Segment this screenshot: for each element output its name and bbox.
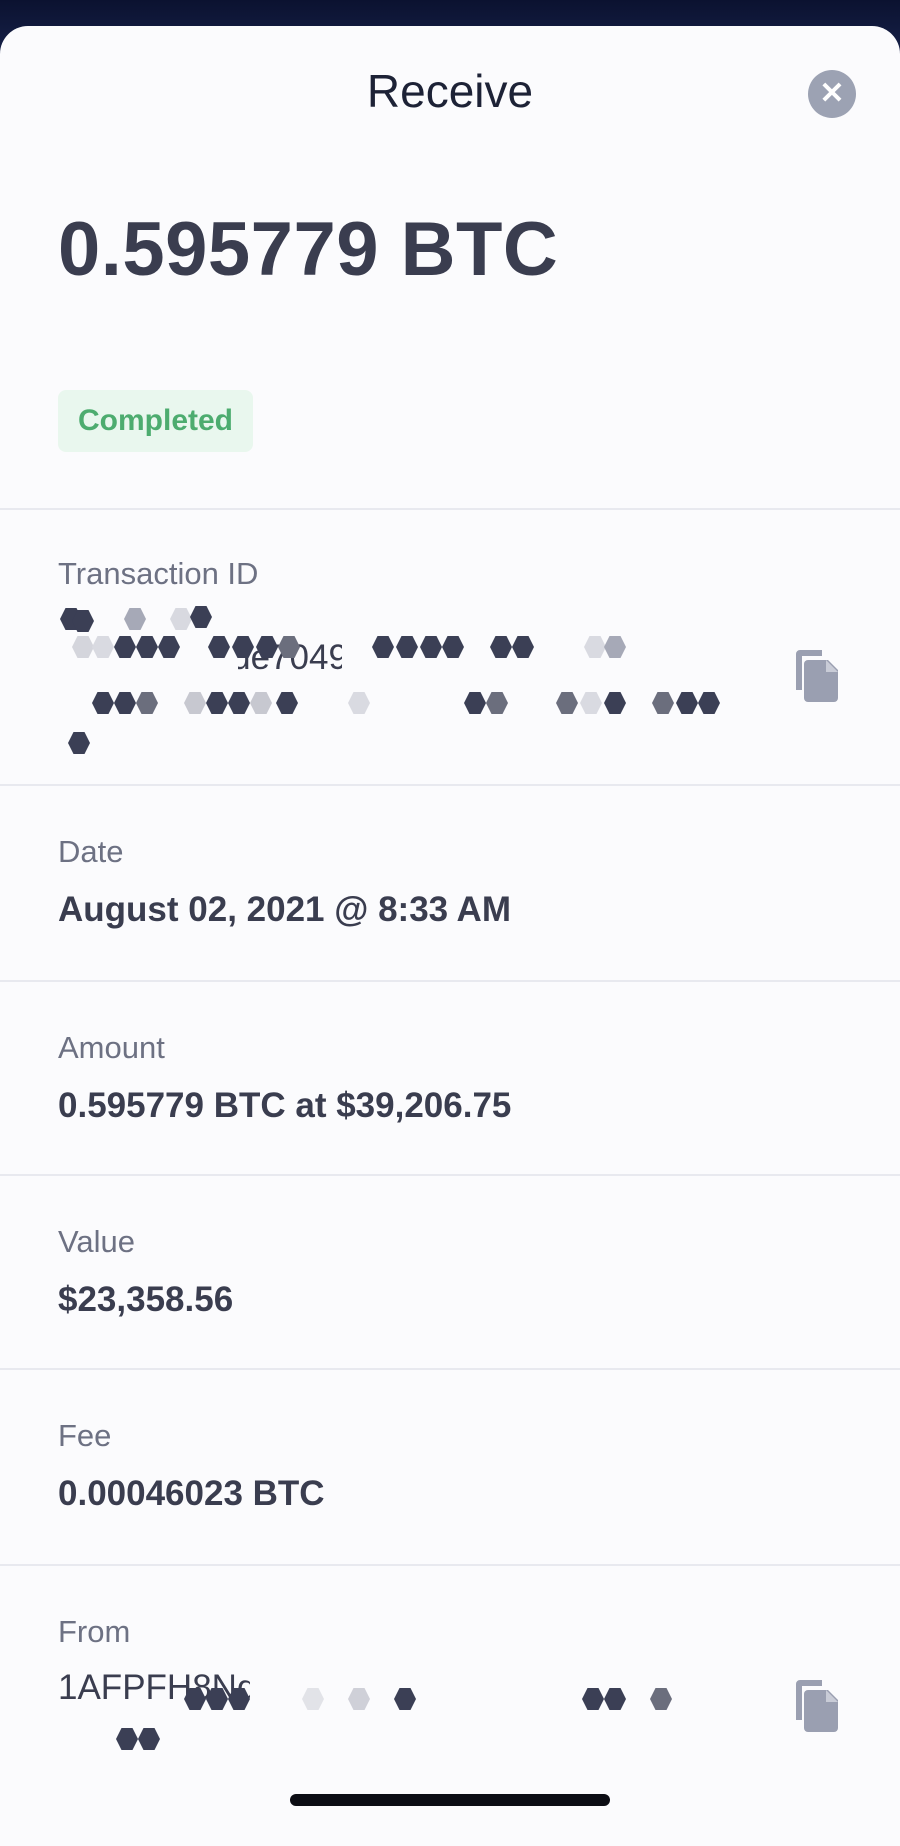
fee-value: 0.00046023 BTC [58,1474,325,1513]
transaction-id-label: Transaction ID [58,556,259,591]
page-title: Receive [366,65,534,117]
status-badge: Completed [58,390,254,452]
divider [0,784,900,786]
copy-transaction-id-button[interactable] [792,648,840,704]
from-label: From [58,1614,131,1649]
redaction-marker [116,1728,138,1750]
sheet-header: Receive ✕ [0,26,900,156]
amount-label: Amount [58,1030,165,1065]
copy-icon [792,1678,840,1734]
copy-icon [792,648,840,704]
value-value: $23,358.56 [58,1280,234,1319]
redaction-marker [138,1728,160,1750]
amount-value: 0.595779 BTC at $39,206.75 [58,1086,512,1125]
value-label: Value [58,1224,135,1259]
fee-label: Fee [58,1418,112,1453]
close-button[interactable]: ✕ [808,70,856,118]
transaction-amount-heading: 0.595779 BTC [58,207,559,292]
redaction-marker [124,608,146,630]
date-label: Date [58,834,124,869]
divider [0,1564,900,1566]
home-indicator [290,1794,610,1806]
redaction-marker [170,608,192,630]
date-value: August 02, 2021 @ 8:33 AM [58,890,511,929]
copy-from-address-button[interactable] [792,1678,840,1734]
redaction-block [58,676,778,766]
redaction-marker [190,606,212,628]
divider [0,980,900,982]
divider [0,1174,900,1176]
close-icon: ✕ [819,77,845,110]
divider [0,1368,900,1370]
receive-sheet: Receive ✕ 0.595779 BTC Completed Transac… [0,26,900,1846]
divider [0,508,900,510]
